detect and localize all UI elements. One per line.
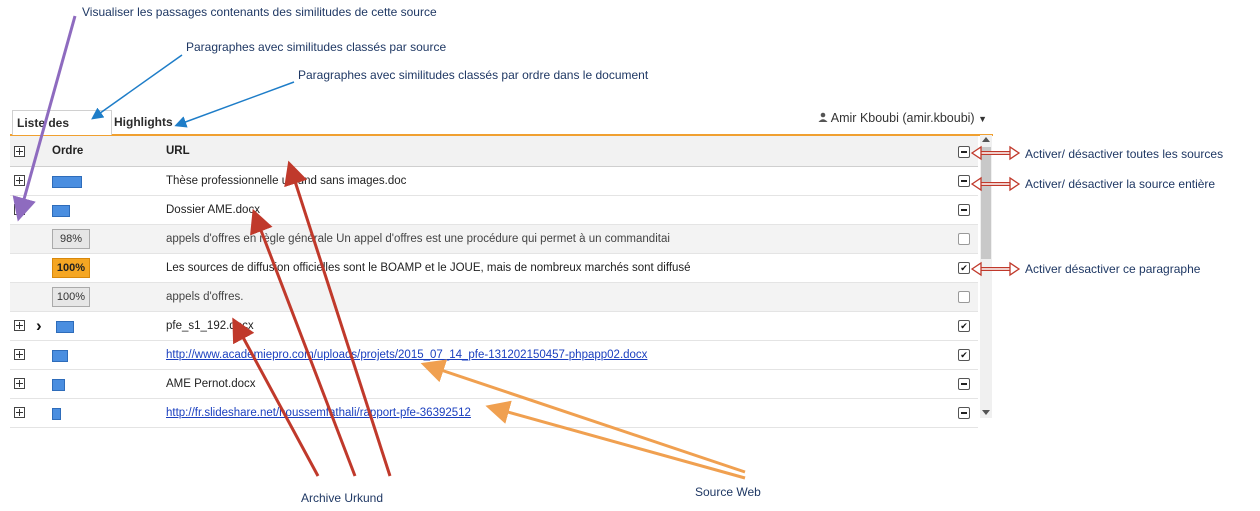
source-toggle-checkbox[interactable] (958, 204, 970, 216)
annotation-paragraphe: Activer désactiver ce paragraphe (1025, 262, 1201, 276)
similarity-percent[interactable]: 98% (52, 229, 90, 249)
source-toggle-checkbox[interactable] (958, 407, 970, 419)
annotation-par-ordre: Paragraphes avec similitudes classés par… (298, 68, 649, 82)
expand-icon[interactable] (14, 320, 25, 331)
scroll-up-icon[interactable] (982, 137, 990, 142)
chevron-down-icon: ▼ (978, 114, 987, 124)
source-row[interactable]: Dossier AME.docx (10, 196, 978, 225)
similarity-bar (52, 408, 61, 420)
user-icon (818, 112, 828, 122)
expand-icon[interactable] (14, 407, 25, 418)
paragraph-toggle-checkbox[interactable]: ✔ (958, 262, 970, 274)
expand-icon[interactable] (14, 378, 25, 389)
tab-highlights[interactable]: Highlights (110, 110, 177, 134)
annotation-visualiser: Visualiser les passages contenants des s… (82, 5, 437, 19)
similarity-bar (56, 321, 74, 333)
source-toggle-checkbox[interactable] (958, 378, 970, 390)
similarity-bar (52, 205, 70, 217)
source-row[interactable]: http://fr.slideshare.net/houssemfathali/… (10, 399, 978, 428)
expand-icon[interactable] (14, 175, 25, 186)
paragraph-toggle-checkbox[interactable] (958, 291, 970, 303)
scrollbar[interactable] (980, 135, 992, 418)
similarity-bar (52, 379, 65, 391)
paragraph-row[interactable]: 98% appels d'offres en règle générale Un … (10, 225, 978, 254)
paragraph-row[interactable]: 100% appels d'offres. (10, 283, 978, 312)
source-name: pfe_s1_192.docx (166, 320, 254, 332)
tab-liste-des-sources[interactable]: Liste des sources (12, 110, 112, 154)
similarity-bar (52, 350, 68, 362)
annotation-par-source: Paragraphes avec similitudes classés par… (186, 40, 447, 54)
expand-all-icon[interactable] (14, 146, 25, 157)
user-name: Amir Kboubi (amir.kboubi) (830, 111, 975, 125)
source-toggle-checkbox[interactable]: ✔ (958, 349, 970, 361)
source-toggle-checkbox[interactable]: ✔ (958, 320, 970, 332)
source-row[interactable]: http://www.academiepro.com/uploads/proje… (10, 341, 978, 370)
sources-panel: Liste des sources Highlights Amir Kboubi… (10, 103, 993, 428)
paragraph-text: appels d'offres. (166, 291, 244, 303)
source-link[interactable]: http://www.academiepro.com/uploads/proje… (166, 341, 647, 369)
similarity-percent[interactable]: 100% (52, 258, 90, 278)
expand-icon[interactable] (14, 349, 25, 360)
annotation-archive: Archive Urkund (301, 491, 384, 505)
paragraph-row[interactable]: 100% Les sources de diffusion officielles… (10, 254, 978, 283)
user-menu[interactable]: Amir Kboubi (amir.kboubi) ▼ (818, 111, 987, 125)
source-row[interactable]: Thèse professionnelle urkund sans images… (10, 167, 978, 196)
source-name: AME Pernot.docx (166, 378, 256, 390)
paragraph-text: appels d'offres en règle générale Un app… (166, 233, 670, 245)
annotation-web: Source Web (695, 485, 761, 499)
chevron-right-icon[interactable]: › (36, 316, 42, 336)
source-toggle-checkbox[interactable] (958, 175, 970, 187)
source-row[interactable]: › pfe_s1_192.docx ✔ (10, 312, 978, 341)
toggle-all-sources-checkbox[interactable] (958, 146, 970, 158)
table-header: Ordre URL (10, 136, 978, 167)
column-url[interactable]: URL (166, 136, 190, 166)
source-name: Thèse professionnelle urkund sans images… (166, 175, 407, 187)
source-link[interactable]: http://fr.slideshare.net/houssemfathali/… (166, 399, 471, 427)
column-order[interactable]: Ordre (52, 136, 83, 166)
tab-bar: Liste des sources Highlights Amir Kboubi… (10, 103, 993, 154)
collapse-icon[interactable] (14, 204, 25, 215)
similarity-bar (52, 176, 82, 188)
annotation-source-entiere: Activer/ désactiver la source entière (1025, 177, 1216, 191)
source-name: Dossier AME.docx (166, 204, 260, 216)
scroll-down-icon[interactable] (982, 410, 990, 415)
scroll-thumb[interactable] (981, 147, 991, 259)
annotation-toutes-sources: Activer/ désactiver toutes les sources (1025, 147, 1224, 161)
similarity-percent[interactable]: 100% (52, 287, 90, 307)
paragraph-text: Les sources de diffusion officielles son… (166, 262, 691, 274)
source-row[interactable]: AME Pernot.docx (10, 370, 978, 399)
paragraph-toggle-checkbox[interactable] (958, 233, 970, 245)
